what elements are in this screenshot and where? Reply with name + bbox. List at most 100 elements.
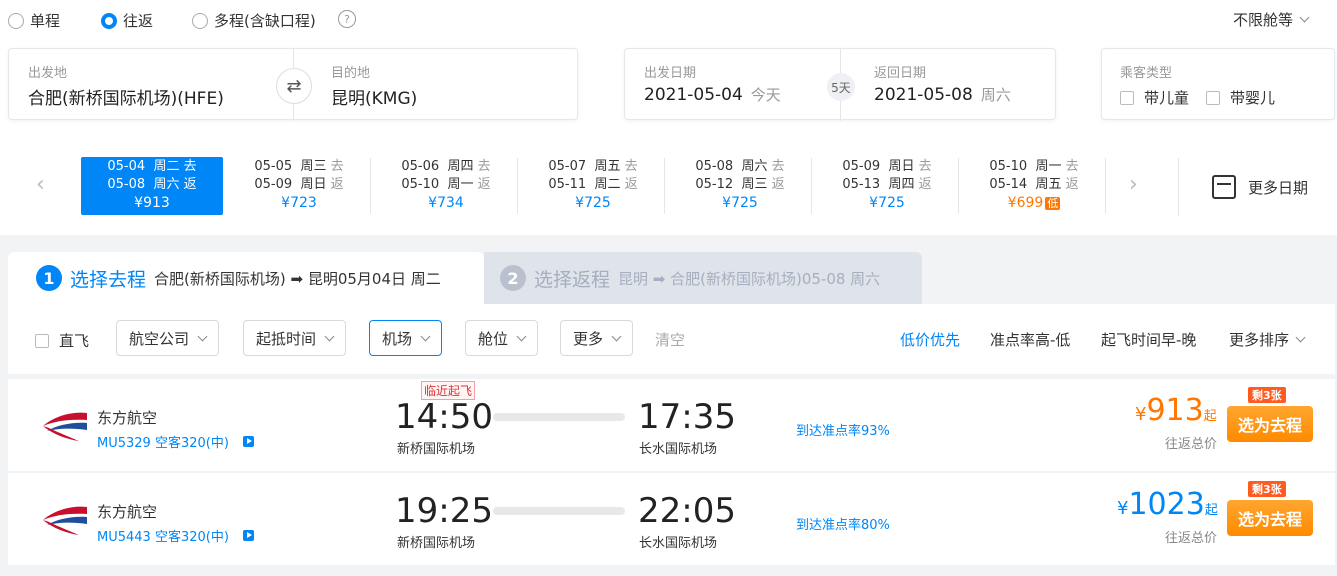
date-option[interactable]: 05-07 周五 去 05-11 周二 返 ¥725 [522,157,664,215]
more-sort-label: 更多排序 [1229,331,1290,349]
seats-left-badge: 剩3张 [1248,481,1286,497]
cabin-filter-label: 舱位 [478,329,509,348]
price-from-label: 起 [1203,409,1217,424]
date-option[interactable]: 05-09 周日 去 05-13 周四 返 ¥725 [816,157,958,215]
currency-symbol: ¥ [1117,498,1129,519]
departure-time: 19:25 [395,491,493,531]
radio-circle [8,12,24,29]
chevron-down-icon [1295,332,1306,343]
depart-date-input[interactable]: 2021-05-04 今天 [644,84,781,105]
lowest-price-badge: 低 [1045,197,1061,210]
airline-name: 东方航空 [97,409,158,427]
radio-circle [192,12,208,29]
to-label: 目的地 [331,66,371,81]
flight-row[interactable]: 东方航空 MU5329 空客320(中) 临近起飞 14:50 新桥国际机场 1… [8,379,1335,471]
more-filter[interactable]: 更多 [560,320,634,356]
with-infant-checkbox[interactable]: 带婴儿 [1206,87,1275,108]
return-date-label: 返回日期 [874,66,927,81]
trip-type-bar: 单程 往返 多程(含缺口程) ? 不限舱等 [0,0,1337,40]
ontime-rate: 到达准点率80% [796,518,890,533]
trip-length-badge: 5天 [827,73,855,101]
date-option[interactable]: 05-08 周六 去 05-12 周三 返 ¥725 [669,157,811,215]
select-outbound-button[interactable]: 选为去程 [1227,406,1313,442]
direct-only-checkbox[interactable]: 直飞 [35,330,89,351]
date-option[interactable]: 05-05 周三 去 05-09 周日 返 ¥723 [228,157,370,215]
step-tab-return[interactable]: 2 选择返程 昆明 ➡ 合肥(新桥国际机场)05-08 周六 [484,252,922,304]
radio-multicity-label: 多程(含缺口程) [214,12,316,30]
airline-filter-label: 航空公司 [129,329,190,348]
date-price: ¥734 [428,195,464,211]
price-from-label: 起 [1204,503,1218,518]
checkbox-box [1120,90,1134,105]
chevron-down-icon [611,331,622,341]
time-filter[interactable]: 起抵时间 [243,320,347,356]
return-date-note: 周六 [980,86,1011,104]
to-city-input[interactable]: 昆明(KMG) [331,84,417,109]
date-option[interactable]: 05-06 周四 去 05-10 周一 返 ¥734 [375,157,517,215]
flight-number[interactable]: MU5443 空客320(中) [97,526,254,545]
chevron-left-icon[interactable]: ‹ [36,172,45,197]
date-price: ¥725 [869,195,905,211]
swap-cities-icon[interactable]: ⇄ [276,68,312,104]
radio-oneway[interactable]: 单程 [8,10,60,31]
clear-filters-button[interactable]: 清空 [655,329,685,350]
chevron-down-icon [324,331,335,341]
departure-airport: 新桥国际机场 [397,536,476,551]
return-date-value: 2021-05-08 [874,85,973,105]
return-date-input[interactable]: 2021-05-08 周六 [874,84,1011,105]
seats-left-badge: 剩3张 [1248,387,1286,403]
flight-duration-bar [493,413,625,421]
divider [1105,158,1106,214]
cabin-class-dropdown[interactable]: 不限舱等 [1233,9,1310,30]
direct-only-label: 直飞 [59,332,90,350]
with-child-checkbox[interactable]: 带儿童 [1120,87,1189,108]
flight-number-label: MU5443 空客320(中) [97,530,229,545]
sort-lowest-price[interactable]: 低价优先 [900,329,960,350]
step-title: 选择返程 [534,268,611,291]
roundtrip-total-label: 往返总价 [1165,437,1218,452]
filter-bar: 直飞 航空公司 起抵时间 机场 舱位 更多 清空 低价优先 准点率高-低 起飞时… [8,304,1335,374]
date-option[interactable]: 05-04 周二 去 05-08 周六 返 ¥913 [81,157,223,215]
divider [1178,158,1179,216]
flight-number-label: MU5329 空客320(中) [97,436,229,451]
chevron-down-icon [420,331,431,341]
step-title: 选择去程 [70,268,147,291]
from-city-input[interactable]: 合肥(新桥国际机场)(HFE) [28,84,224,109]
step-tab-outbound[interactable]: 1 选择去程 合肥(新桥国际机场) ➡ 昆明05月04日 周二 [8,252,484,304]
radio-multicity[interactable]: 多程(含缺口程) [192,10,316,31]
with-child-label: 带儿童 [1144,89,1190,107]
chevron-right-icon[interactable]: › [1129,172,1138,197]
airline-filter[interactable]: 航空公司 [116,320,220,356]
departure-airport: 新桥国际机场 [397,442,476,457]
china-eastern-logo-icon [43,412,87,441]
arrival-time: 22:05 [638,491,736,531]
price: ¥ 1023 起 [1117,487,1218,522]
step-number-badge: 2 [500,265,526,291]
price: ¥ 913 起 [1135,393,1217,428]
flight-row[interactable]: 东方航空 MU5443 空客320(中) 19:25 新桥国际机场 22:05 … [8,473,1335,565]
play-icon [242,436,254,447]
arrival-time: 17:35 [638,397,736,437]
cabin-filter[interactable]: 舱位 [465,320,539,356]
step-number-badge: 1 [36,265,62,291]
currency-symbol: ¥ [1135,404,1147,425]
passenger-type-label: 乘客类型 [1120,66,1173,81]
divider [370,158,371,214]
radio-roundtrip-label: 往返 [123,12,154,30]
sort-ontime[interactable]: 准点率高-低 [990,329,1070,350]
date-price: ¥699 [1007,195,1044,211]
more-filter-label: 更多 [573,329,604,348]
date-price: ¥913 [134,195,170,211]
radio-roundtrip[interactable]: 往返 [101,10,153,31]
radio-oneway-label: 单程 [30,12,61,30]
more-dates-button[interactable]: 更多日期 [1212,175,1308,199]
airline-name: 东方航空 [97,503,158,521]
divider [958,158,959,214]
date-option[interactable]: 05-10 周一 去 05-14 周五 返 ¥699 低 [963,157,1105,215]
flight-number[interactable]: MU5329 空客320(中) [97,432,254,451]
more-sort-dropdown[interactable]: 更多排序 [1229,329,1306,350]
select-outbound-button[interactable]: 选为去程 [1227,500,1313,536]
sort-departure[interactable]: 起飞时间早-晚 [1101,329,1196,350]
help-icon[interactable]: ? [338,10,356,28]
airport-filter[interactable]: 机场 [369,320,443,356]
